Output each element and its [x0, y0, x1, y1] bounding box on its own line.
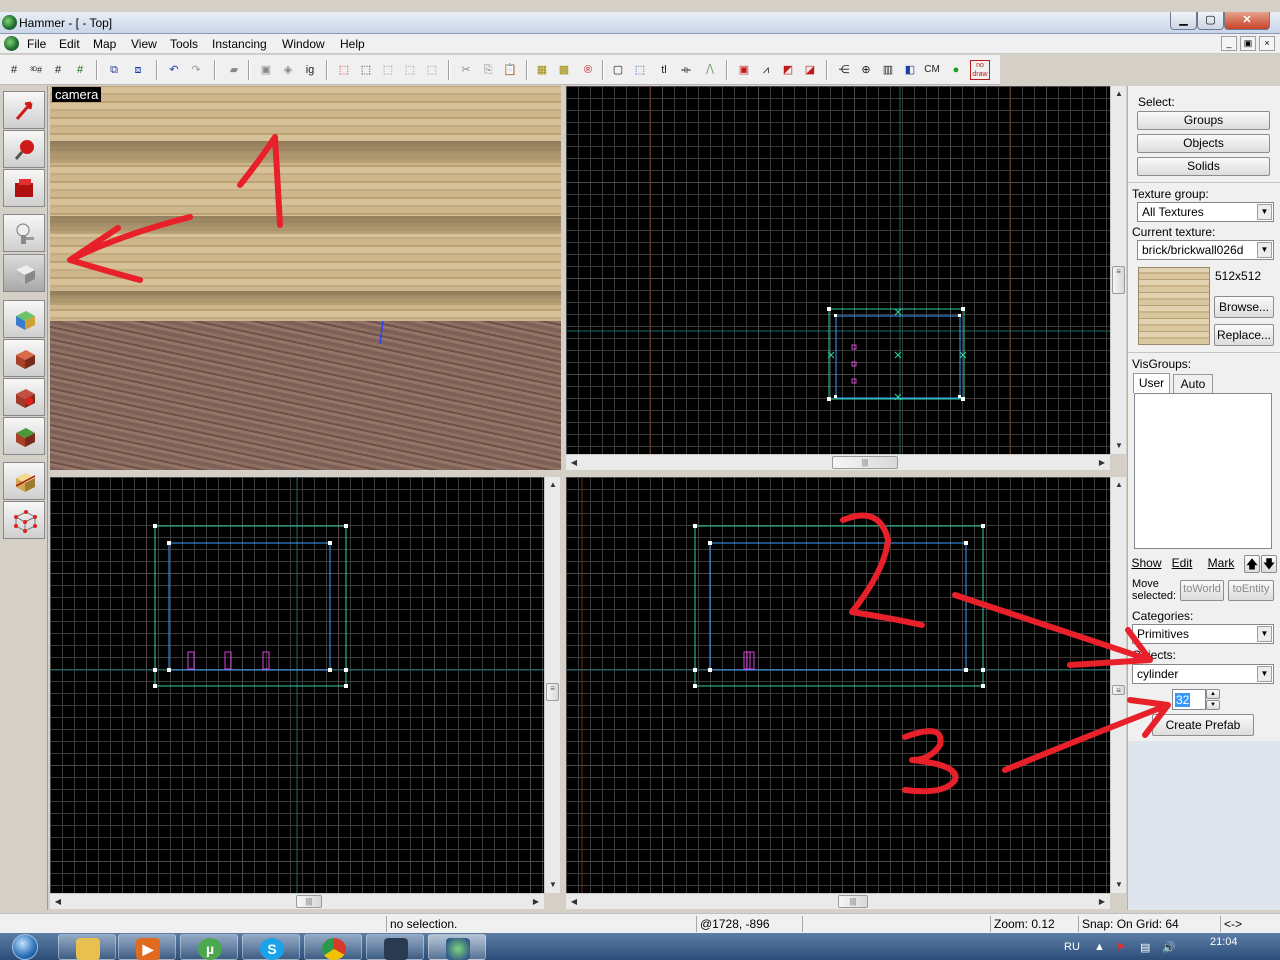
clock[interactable]: 21:04: [1210, 936, 1238, 948]
network-icon[interactable]: ▤: [1140, 941, 1150, 954]
steam-icon: [384, 938, 408, 960]
tray-expand-icon[interactable]: ▲: [1094, 941, 1105, 953]
windows-logo-icon: [12, 934, 38, 960]
status-blank: [802, 916, 988, 932]
annotation-overlay: 1 2 3: [67, 134, 1171, 795]
taskbar-explorer[interactable]: [58, 934, 116, 960]
taskbar-utorrent[interactable]: µ: [180, 934, 238, 960]
status-extra: <->: [1220, 916, 1276, 932]
start-button[interactable]: [4, 933, 48, 960]
annotation-two-stroke: [840, 512, 925, 628]
status-bar: no selection. @1728, -896 Zoom: 0.12 Sna…: [0, 913, 1280, 933]
windows-taskbar: ▶ µ S RU ▲ ⚑ ▤ 🔊 21:04: [0, 933, 1280, 960]
annotation-arrow-right-lower: [1002, 697, 1171, 773]
annotation-arrow-right: [952, 592, 1153, 668]
status-selection: no selection.: [386, 916, 694, 932]
taskbar-skype[interactable]: S: [242, 934, 300, 960]
volume-icon[interactable]: 🔊: [1162, 941, 1176, 954]
annotation-arrow-left: [67, 214, 193, 283]
media-player-icon: ▶: [136, 938, 160, 960]
skype-icon: S: [260, 938, 284, 960]
network-error-icon[interactable]: ⚑: [1116, 941, 1126, 954]
hammer-icon: [446, 938, 470, 960]
taskbar-steam[interactable]: [366, 934, 424, 960]
status-coords: @1728, -896: [696, 916, 800, 932]
status-zoom: Zoom: 0.12: [990, 916, 1076, 932]
folder-icon: [76, 938, 100, 960]
taskbar-hammer[interactable]: [428, 934, 486, 960]
language-indicator[interactable]: RU: [1064, 941, 1080, 953]
annotation-three-stroke: [902, 728, 959, 795]
taskbar-chrome[interactable]: [304, 934, 362, 960]
taskbar-media-player[interactable]: ▶: [118, 934, 176, 960]
utorrent-icon: µ: [198, 938, 222, 960]
status-snap: Snap: On Grid: 64: [1078, 916, 1218, 932]
chrome-icon: [322, 938, 346, 960]
annotation-one-stroke: [237, 134, 283, 228]
